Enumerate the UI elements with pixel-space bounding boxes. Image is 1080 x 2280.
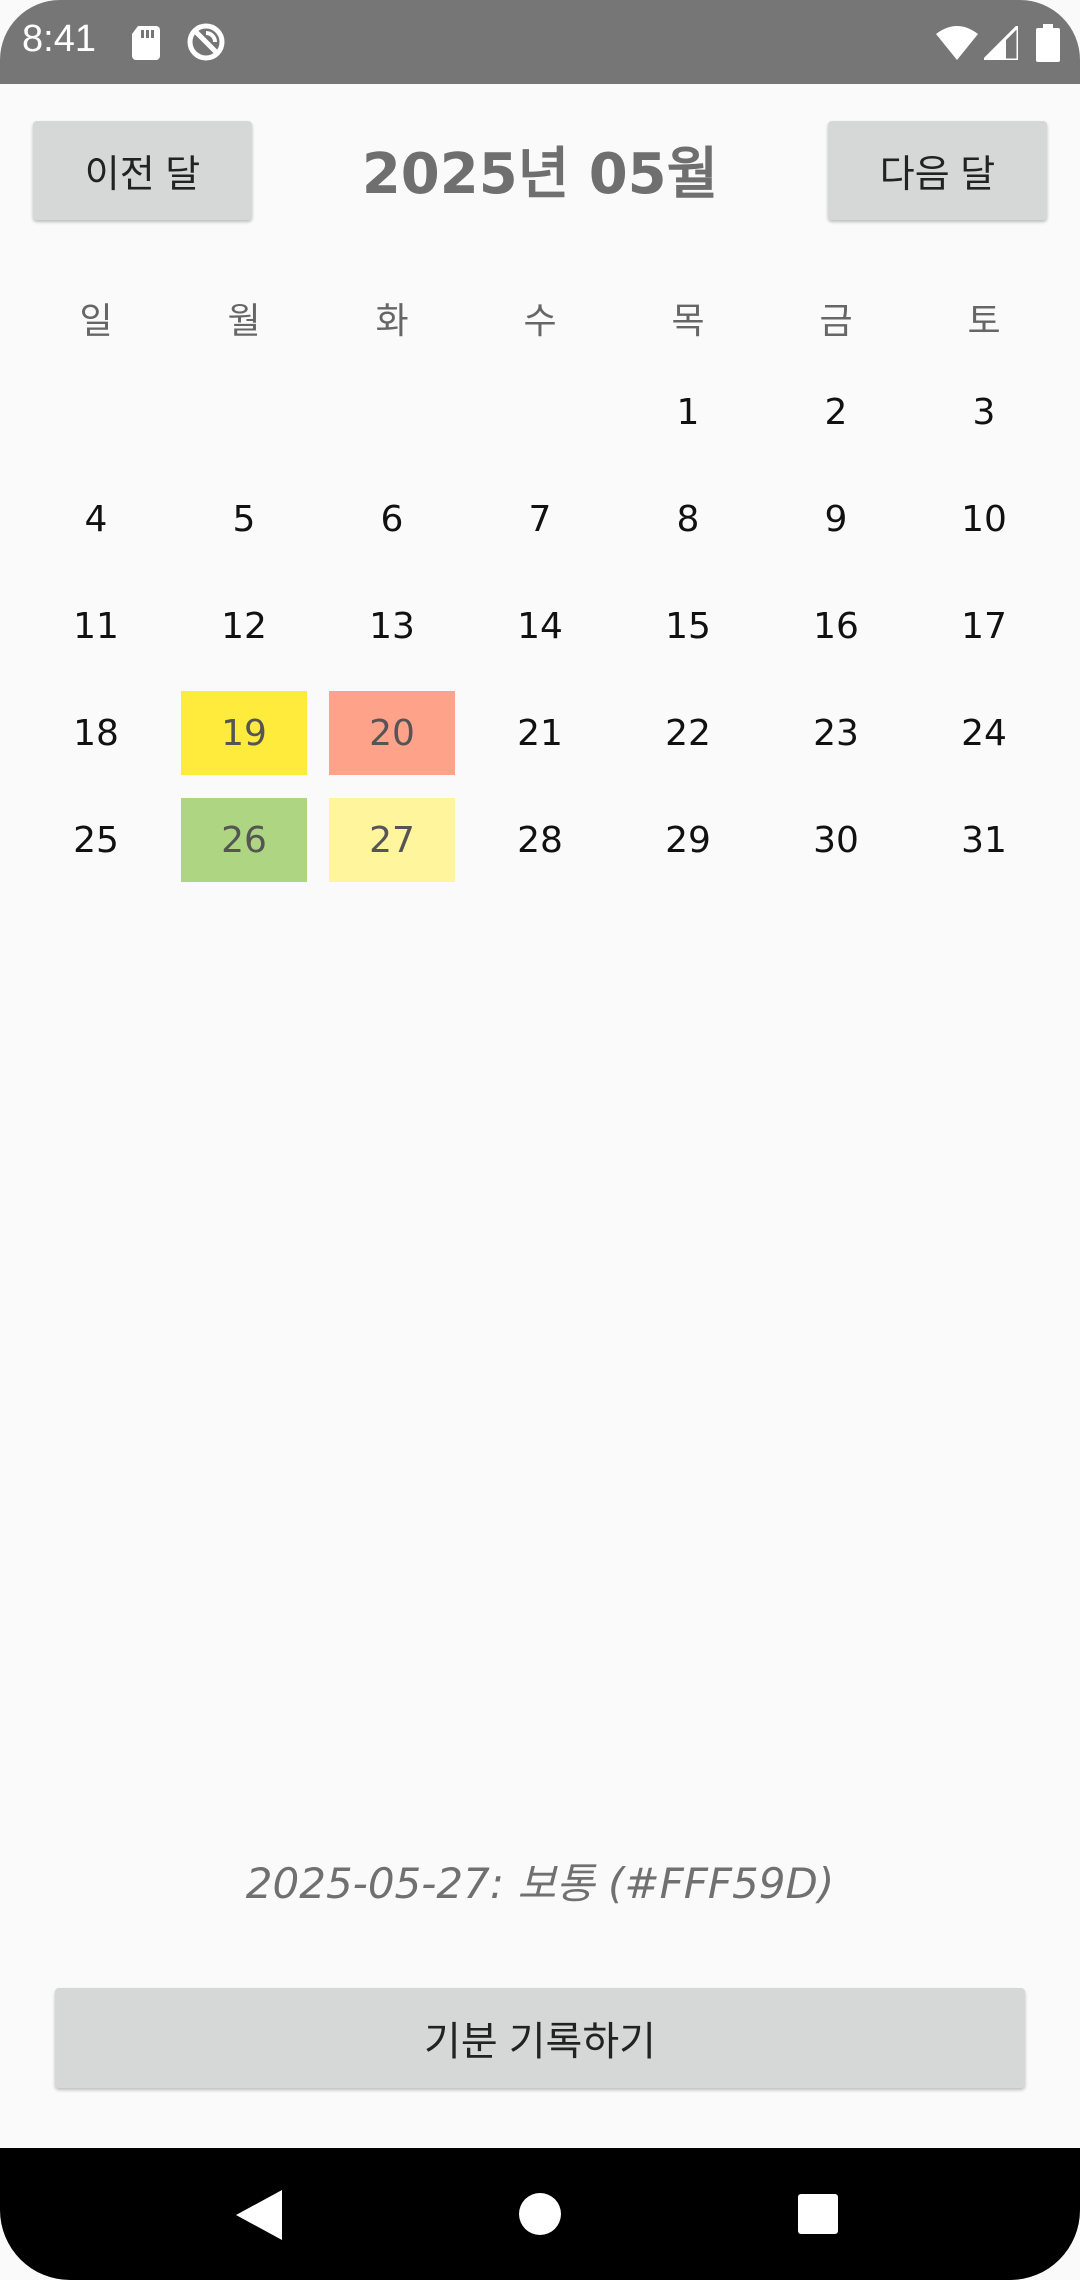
weekday-wed: 수 <box>523 301 557 342</box>
status-bar: 8:41 <box>0 0 1080 84</box>
calendar-day[interactable]: 19 <box>181 691 307 775</box>
calendar-day[interactable]: 5 <box>181 477 307 561</box>
weekday-tue: 화 <box>375 301 409 342</box>
calendar-day[interactable]: 21 <box>477 691 603 775</box>
calendar-day[interactable]: 30 <box>773 798 899 882</box>
weekday-sun: 일 <box>79 301 113 342</box>
cell-signal-icon <box>984 26 1018 60</box>
calendar-day[interactable]: 9 <box>773 477 899 561</box>
calendar-day[interactable]: 28 <box>477 798 603 882</box>
calendar-day[interactable]: 16 <box>773 584 899 668</box>
calendar-day[interactable]: 29 <box>625 798 751 882</box>
calendar-day[interactable]: 2 <box>773 370 899 454</box>
calendar-day[interactable]: 3 <box>921 370 1047 454</box>
calendar-day[interactable]: 15 <box>625 584 751 668</box>
calendar-day[interactable]: 20 <box>329 691 455 775</box>
calendar-day[interactable]: 4 <box>33 477 159 561</box>
weekday-sat: 토 <box>967 301 1001 342</box>
calendar-day[interactable]: 1 <box>625 370 751 454</box>
calendar-day[interactable]: 10 <box>921 477 1047 561</box>
calendar-day[interactable]: 22 <box>625 691 751 775</box>
navigation-bar <box>0 2148 1080 2280</box>
status-time: 8:41 <box>22 18 96 60</box>
previous-month-button[interactable]: 이전 달 <box>33 121 252 220</box>
calendar-day[interactable]: 12 <box>181 584 307 668</box>
calendar-day[interactable]: 27 <box>329 798 455 882</box>
record-mood-button[interactable]: 기분 기록하기 <box>55 1988 1025 2088</box>
app-screen: 8:41 이전 달 2025년 05월 다음 달 일 월 화 수 목 금 토 1… <box>0 0 1080 2280</box>
calendar-day[interactable]: 26 <box>181 798 307 882</box>
calendar-day[interactable]: 7 <box>477 477 603 561</box>
recents-icon[interactable] <box>798 2194 838 2234</box>
month-title: 2025년 05월 <box>361 141 719 207</box>
selected-day-info: 2025-05-27: 보통 (#FFF59D) <box>245 1858 835 1908</box>
calendar-day[interactable]: 8 <box>625 477 751 561</box>
calendar-day[interactable]: 23 <box>773 691 899 775</box>
calendar-day[interactable]: 11 <box>33 584 159 668</box>
home-icon[interactable] <box>518 2192 562 2236</box>
weekday-mon: 월 <box>227 301 261 342</box>
calendar-day[interactable]: 31 <box>921 798 1047 882</box>
calendar-day[interactable]: 18 <box>33 691 159 775</box>
next-month-button[interactable]: 다음 달 <box>828 121 1047 220</box>
wifi-icon <box>936 26 978 60</box>
calendar-day[interactable]: 14 <box>477 584 603 668</box>
calendar-day[interactable]: 25 <box>33 798 159 882</box>
calendar-day[interactable]: 6 <box>329 477 455 561</box>
sd-card-icon <box>132 26 160 60</box>
weekday-fri: 금 <box>819 301 853 342</box>
back-icon[interactable] <box>236 2190 282 2240</box>
calendar-day[interactable]: 17 <box>921 584 1047 668</box>
weekday-thu: 목 <box>671 301 705 342</box>
calendar-day[interactable]: 13 <box>329 584 455 668</box>
calendar-day[interactable]: 24 <box>921 691 1047 775</box>
do-not-disturb-icon <box>187 23 225 61</box>
battery-icon <box>1036 24 1060 62</box>
